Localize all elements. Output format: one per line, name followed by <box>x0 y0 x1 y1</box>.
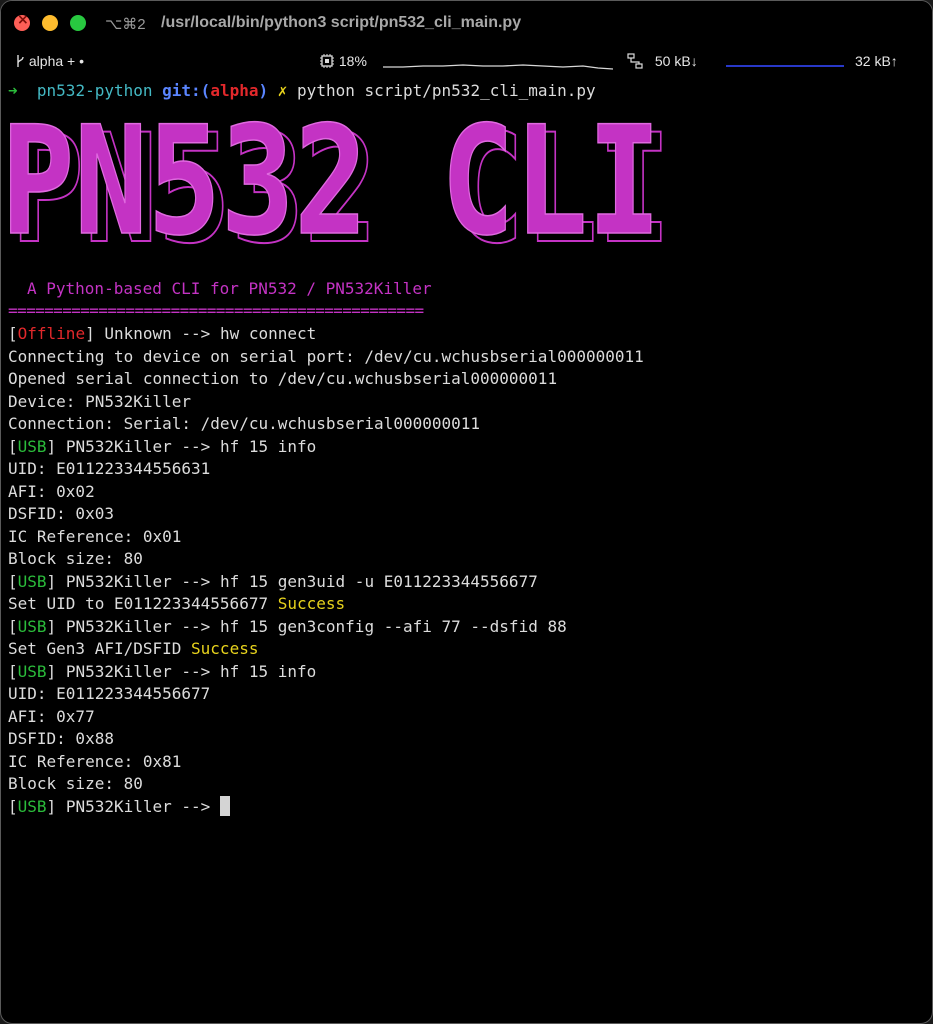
bracket-close: ] <box>46 796 57 816</box>
output-line: IC Reference: 0x01 <box>8 526 182 546</box>
git-paren-close: ) <box>258 81 269 100</box>
output-line: [USB] PN532Killer --> hf 15 gen3uid -u E… <box>8 571 928 594</box>
output-line: [USB] PN532Killer --> hf 15 info <box>8 661 928 684</box>
cpu-sparkline <box>383 64 613 70</box>
bracket-close: ] <box>46 616 57 636</box>
prompt-dir: pn532-python <box>36 81 153 100</box>
cpu-status: 18% <box>319 53 367 69</box>
terminal-output[interactable]: [Offline] Unknown --> hw connect Connect… <box>8 323 928 818</box>
terminal-window[interactable]: ⌥⌘2 /usr/local/bin/python3 script/pn532_… <box>0 0 933 1024</box>
output-line: Set Gen3 AFI/DSFID Success <box>8 638 928 661</box>
result-text: Set Gen3 AFI/DSFID <box>8 639 192 658</box>
bracket-open: [ <box>8 796 18 816</box>
git-paren-open: ( <box>200 81 211 100</box>
command-text: PN532Killer --> hf 15 info <box>56 436 317 456</box>
bracket-close: ] <box>46 436 57 456</box>
text-cursor[interactable] <box>219 795 230 816</box>
bracket-open: [ <box>8 616 18 636</box>
title-bar[interactable]: ⌥⌘2 /usr/local/bin/python3 script/pn532_… <box>1 1 932 47</box>
status-usb: USB <box>17 616 47 636</box>
banner-logo: PN532 CLI PN532 CLI <box>1 119 671 259</box>
output-line: Opened serial connection to /dev/cu.wchu… <box>8 369 558 388</box>
status-usb: USB <box>17 436 47 456</box>
status-usb: USB <box>17 796 47 816</box>
output-line: UID: E011223344556677 <box>8 684 211 703</box>
status-bar: alpha + • 18% 50 kB↓ 32 kB↑ <box>1 49 932 75</box>
output-line: Set UID to E011223344556677 Success <box>8 593 928 616</box>
banner-tagline: A Python-based CLI for PN532 / PN532Kill… <box>27 279 432 298</box>
output-line: DSFID: 0x88 <box>8 729 114 748</box>
command-text: PN532Killer --> hf 15 gen3uid -u E011223… <box>56 571 538 591</box>
terminal-content[interactable]: ➜ pn532-python git:(alpha) ✗ python scri… <box>8 80 928 103</box>
window-title: /usr/local/bin/python3 script/pn532_cli_… <box>161 14 522 31</box>
success-label: Success <box>191 639 259 658</box>
banner-rule: ========================================… <box>8 301 424 320</box>
output-line: Block size: 80 <box>8 774 143 793</box>
bracket-close: ] <box>85 324 95 343</box>
git-branch: alpha <box>210 81 259 100</box>
bracket-close: ] <box>46 661 57 681</box>
branch-label: alpha + • <box>28 53 85 69</box>
bracket-open: [ <box>8 436 18 456</box>
window-shortcut: ⌥⌘2 <box>105 16 146 33</box>
banner-logo-text: PN532 CLI PN532 CLI <box>1 119 671 259</box>
git-branch-status: alpha + • <box>15 53 84 69</box>
zoom-button[interactable] <box>70 15 86 31</box>
bracket-open: [ <box>8 571 18 591</box>
prompt-text: PN532Killer --> <box>56 796 220 816</box>
git-label: git: <box>162 81 201 100</box>
minimize-button[interactable] <box>42 15 58 31</box>
output-line: [USB] PN532Killer --> hf 15 info <box>8 436 928 459</box>
net-up-value: 32 kB↑ <box>855 53 898 69</box>
command-text: PN532Killer --> hf 15 gen3config --afi 7… <box>56 616 567 636</box>
output-line: IC Reference: 0x81 <box>8 751 182 771</box>
input-line[interactable]: [USB] PN532Killer --> <box>8 795 928 819</box>
command-text: PN532Killer --> hf 15 info <box>56 661 317 681</box>
success-label: Success <box>277 594 346 613</box>
prompt-line: ➜ pn532-python git:(alpha) ✗ python scri… <box>8 80 928 103</box>
status-usb: USB <box>17 661 47 681</box>
bracket-open: [ <box>8 661 18 681</box>
prompt-command: python script/pn532_cli_main.py <box>297 81 596 100</box>
net-down-value: 50 kB↓ <box>654 53 698 69</box>
network-icon <box>627 53 643 69</box>
output-line: AFI: 0x02 <box>8 481 95 501</box>
close-button[interactable] <box>14 12 30 31</box>
banner-logo-fill: PN532 CLI <box>1 119 661 259</box>
status-offline: Offline <box>17 324 86 343</box>
status-usb: USB <box>17 571 47 591</box>
output-line: Connecting to device on serial port: /de… <box>8 346 644 366</box>
cpu-value: 18% <box>338 53 367 69</box>
bracket-close: ] <box>46 571 57 591</box>
network-status: 50 kB↓ <box>627 53 698 69</box>
output-line: DSFID: 0x03 <box>8 504 114 523</box>
output-line: Block size: 80 <box>8 549 143 568</box>
git-branch-icon <box>17 55 24 67</box>
command-text: Unknown --> hw connect <box>94 324 317 343</box>
cpu-icon <box>320 54 334 68</box>
output-line: AFI: 0x77 <box>8 706 95 726</box>
prompt-arrow: ➜ <box>8 81 18 100</box>
output-line: UID: E011223344556631 <box>8 459 211 478</box>
output-line: Connection: Serial: /dev/cu.wchusbserial… <box>8 414 481 433</box>
output-line: [Offline] Unknown --> hw connect <box>8 323 928 346</box>
output-line: Device: PN532Killer <box>8 391 192 411</box>
git-dirty-mark: ✗ <box>277 81 288 100</box>
output-line: [USB] PN532Killer --> hf 15 gen3config -… <box>8 616 928 639</box>
result-text: Set UID to E011223344556677 <box>8 594 278 613</box>
bracket-open: [ <box>8 324 18 343</box>
network-bar <box>726 65 844 67</box>
